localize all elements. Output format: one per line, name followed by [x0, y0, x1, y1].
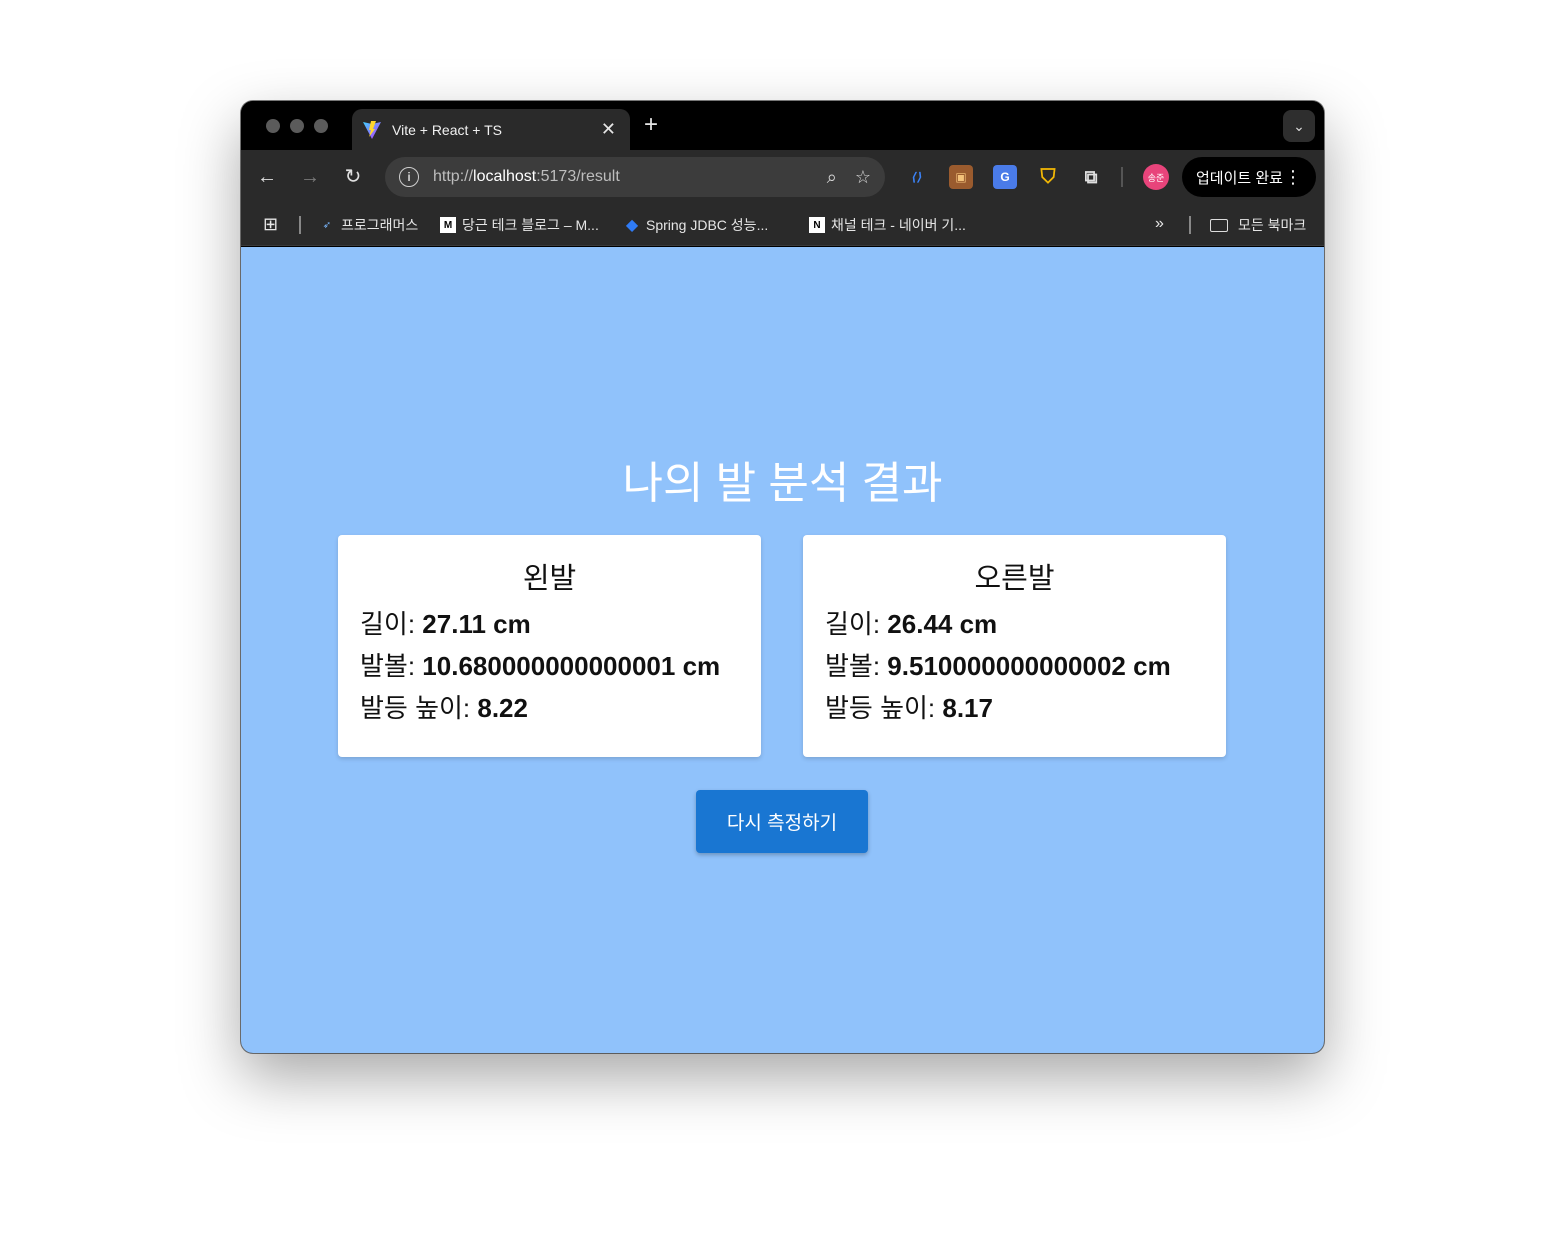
width-label: 발볼: [360, 651, 423, 681]
toolbar: ← → ↻ i http://localhost:5173/result ⌕ ☆… [241, 150, 1324, 204]
close-window-button[interactable] [266, 119, 280, 133]
translate-icon[interactable]: G [993, 165, 1017, 189]
update-button[interactable]: 업데이트 완료 ⋮ [1182, 157, 1316, 197]
all-bookmarks-label: 모든 북마크 [1238, 217, 1307, 233]
url-path: :5173/result [536, 168, 620, 185]
card-title: 왼발 [522, 563, 577, 595]
maximize-window-button[interactable] [314, 119, 328, 133]
width-value: 10.680000000000001 cm [422, 651, 721, 681]
reload-button[interactable]: ↻ [341, 165, 365, 189]
width-label: 발볼: [825, 651, 888, 681]
more-vert-icon: ⋮ [1284, 166, 1302, 187]
cube-icon: ◆ [625, 217, 639, 234]
extension-box-icon[interactable]: ▣ [949, 165, 973, 189]
length-row: 길이: 26.44 cm [825, 603, 1204, 645]
height-label: 발등 높이: [825, 693, 943, 723]
height-row: 발등 높이: 8.17 [825, 687, 1204, 729]
back-button[interactable]: ← [255, 165, 279, 189]
length-row: 길이: 27.11 cm [360, 603, 739, 645]
tab-strip: Vite + React + TS ✕ + ⌄ [241, 101, 1324, 150]
page-title: 나의 발 분석 결과 [622, 459, 943, 508]
bookmarks-divider [1189, 216, 1191, 234]
bookmark-label: 당근 테크 블로그 – M... [462, 217, 599, 233]
page-content: 나의 발 분석 결과 왼발 길이: 27.11 cm 발볼: 10.680000… [241, 247, 1324, 1053]
bookmark-label: 프로그래머스 [341, 217, 419, 233]
chevron-down-icon: ⌄ [1293, 117, 1305, 134]
width-row: 발볼: 9.510000000000002 cm [825, 645, 1204, 687]
browser-window: Vite + React + TS ✕ + ⌄ ← → ↻ i http://l… [241, 101, 1324, 1053]
apps-grid-icon[interactable]: ⊞ [263, 214, 278, 235]
height-row: 발등 높이: 8.22 [360, 687, 739, 729]
profile-avatar[interactable]: 송준 [1143, 164, 1169, 190]
window-controls [266, 119, 328, 133]
url-host: localhost [473, 168, 537, 185]
zoom-icon[interactable]: ⌕ [827, 167, 837, 188]
bookmark-item[interactable]: ➶ 프로그래머스 [319, 215, 418, 235]
site-info-icon[interactable]: i [399, 167, 419, 187]
notion-icon: N [809, 217, 825, 233]
length-value: 26.44 cm [887, 609, 998, 639]
close-tab-icon[interactable]: ✕ [601, 119, 616, 140]
medium-icon: M [440, 217, 456, 233]
toolbar-divider [1121, 167, 1123, 187]
height-value: 8.22 [477, 693, 528, 723]
bookmark-item[interactable]: ◆ Spring JDBC 성능... [624, 215, 768, 235]
bookmarks-divider [299, 216, 301, 234]
more-bookmarks-icon[interactable]: » [1155, 215, 1164, 233]
tab-search-button[interactable]: ⌄ [1283, 110, 1315, 142]
forward-button[interactable]: → [298, 165, 322, 189]
card-title: 오른발 [974, 563, 1055, 595]
tab-active[interactable]: Vite + React + TS ✕ [352, 109, 630, 150]
arrow-right-icon: → [300, 166, 320, 188]
bookmark-item[interactable]: N 채널 테크 - 네이버 기... [809, 215, 966, 235]
height-value: 8.17 [942, 693, 993, 723]
update-label: 업데이트 완료 [1196, 169, 1283, 187]
bookmark-label: 채널 테크 - 네이버 기... [831, 217, 966, 233]
new-tab-button[interactable]: + [644, 113, 658, 137]
length-value: 27.11 cm [422, 609, 531, 639]
bookmark-label: Spring JDBC 성능... [646, 217, 769, 233]
extensions-puzzle-icon[interactable]: ⧉ [1079, 165, 1103, 189]
remeasure-button[interactable]: 다시 측정하기 [696, 790, 868, 853]
shield-icon[interactable]: ⛉ [1036, 165, 1060, 189]
url-scheme: http:// [433, 168, 474, 185]
bookmarks-bar: ⊞ ➶ 프로그래머스 M 당근 테크 블로그 – M... ◆ Spring J… [241, 204, 1324, 246]
width-value: 9.510000000000002 cm [887, 651, 1171, 681]
address-bar[interactable]: i http://localhost:5173/result ⌕ ☆ [385, 157, 885, 197]
all-bookmarks-button[interactable]: 모든 북마크 [1210, 215, 1306, 235]
programmers-icon: ➶ [322, 219, 332, 231]
left-foot-card: 왼발 길이: 27.11 cm 발볼: 10.680000000000001 c… [338, 535, 761, 757]
minimize-window-button[interactable] [290, 119, 304, 133]
height-label: 발등 높이: [360, 693, 478, 723]
bookmark-star-icon[interactable]: ☆ [855, 167, 871, 188]
width-row: 발볼: 10.680000000000001 cm [360, 645, 739, 687]
tab-title: Vite + React + TS [392, 121, 502, 138]
folder-icon [1210, 218, 1228, 232]
length-label: 길이: [825, 609, 888, 639]
length-label: 길이: [360, 609, 423, 639]
bookmark-item[interactable]: M 당근 테크 블로그 – M... [440, 215, 599, 235]
right-foot-card: 오른발 길이: 26.44 cm 발볼: 9.510000000000002 c… [803, 535, 1226, 757]
arrow-left-icon: ← [257, 166, 277, 188]
extension-code-icon[interactable]: ⟨⟩ [905, 165, 929, 189]
reload-icon: ↻ [344, 166, 362, 188]
vite-logo-icon [363, 120, 381, 139]
